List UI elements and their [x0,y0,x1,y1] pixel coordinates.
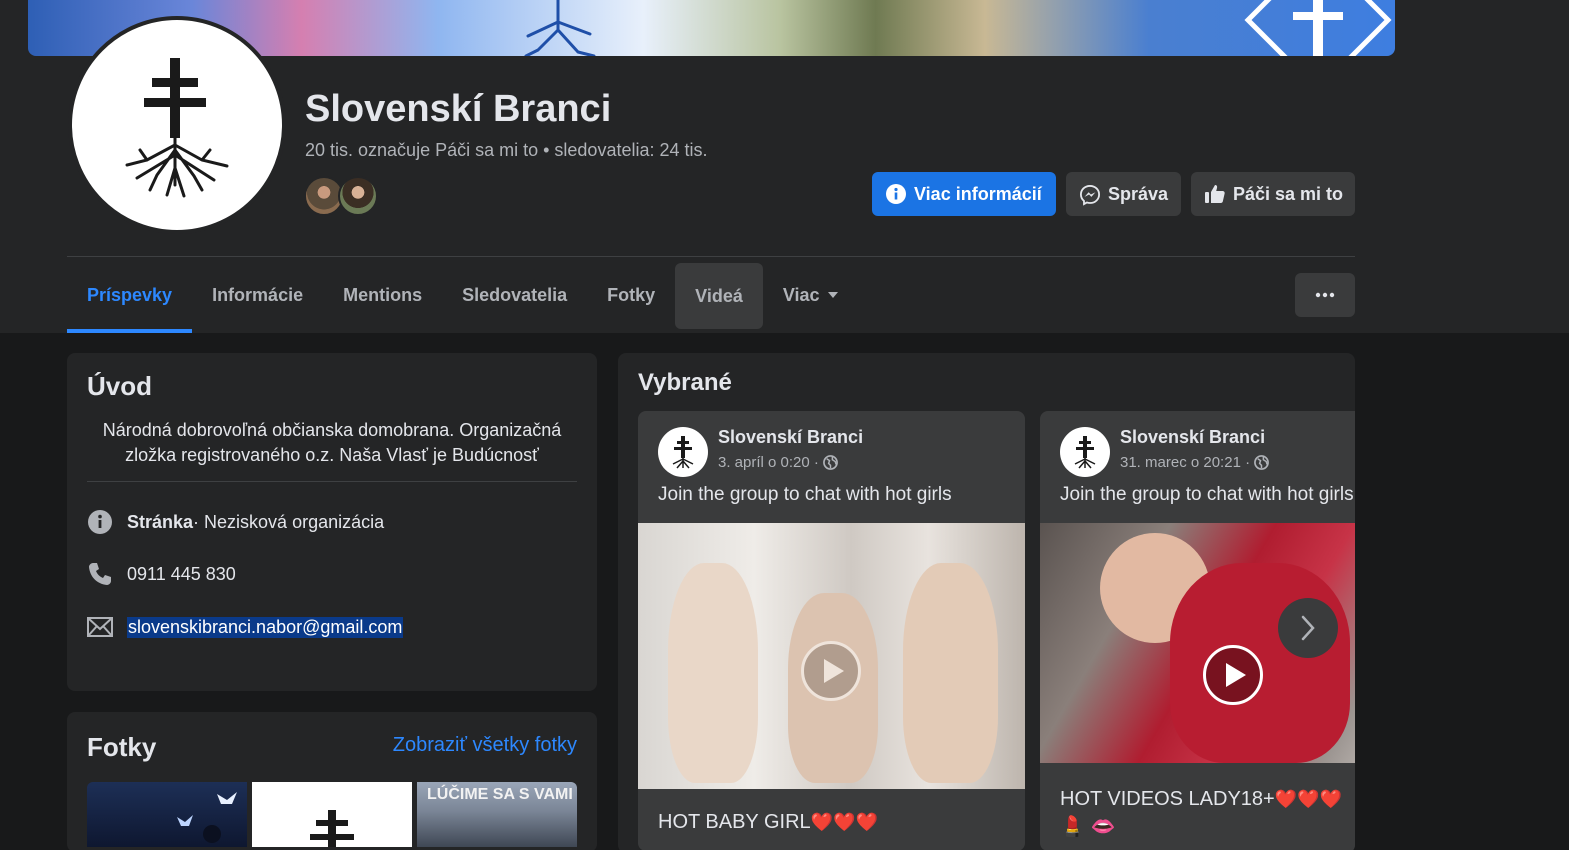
post-time-text: 3. apríl o 0:20 · [718,454,819,471]
more-options-button[interactable] [1295,273,1355,317]
more-info-button[interactable]: Viac informácií [872,172,1056,216]
intro-title: Úvod [87,371,152,401]
post-timestamp[interactable]: 3. apríl o 0:20 · [718,454,838,471]
lipstick-lips-emoji: 💄 👄 [1060,816,1116,838]
page-type-strong: Stránka [127,511,194,532]
post-caption: HOT VIDEOS LADY18+❤️❤️❤️ 💄 👄 [1060,785,1342,841]
email-row: slovenskibranci.nabor@gmail.com [87,614,404,640]
phone-number[interactable]: 0911 445 830 [127,564,236,585]
message-button[interactable]: Správa [1066,172,1181,216]
featured-card: Vybrané Slovenskí Branci 3. apríl o 0:20… [618,353,1355,850]
double-cross-roots-icon [1074,436,1096,469]
photos-title: Fotky [87,732,157,762]
like-button[interactable]: Páči sa mi to [1191,172,1355,216]
post-text: Join the group to chat with hot girls [1060,484,1354,505]
photo-thumbnail[interactable]: LÚČIME SA S VAMI [417,782,577,847]
header-divider [67,256,1355,257]
page-title: Slovenskí Branci [305,88,612,130]
tab-label: Príspevky [87,284,173,305]
intro-divider [87,481,577,482]
globe-icon [1254,455,1269,470]
post-caption-text: HOT BABY GIRL [658,811,811,833]
like-label: Páči sa mi to [1233,183,1344,204]
tab-mentions[interactable]: Mentions [323,262,442,328]
post-text: Join the group to chat with hot girls [658,484,952,505]
intro-card: Úvod Národná dobrovoľná občianska domobr… [67,353,597,691]
cover-cross-graphic [1244,0,1392,56]
page-stats[interactable]: 20 tis. označuje Páči sa mi to • sledova… [305,140,708,161]
featured-post[interactable]: Slovenskí Branci 3. apríl o 0:20 · Join … [638,411,1025,850]
messenger-icon [1080,184,1100,206]
video-figure [668,563,758,783]
profile-picture[interactable] [68,16,286,234]
message-label: Správa [1108,183,1169,204]
page-type-row: Stránka · Nezisková organizácia [87,509,384,535]
hearts-emoji: ❤️❤️❤️ [810,812,878,832]
info-icon [87,509,113,535]
photo-thumbnail[interactable] [252,782,412,847]
post-author-avatar[interactable] [658,427,708,477]
friend-avatar[interactable] [338,176,378,216]
double-cross-roots-icon [672,436,694,469]
post-caption-text: HOT VIDEOS LADY18+ [1060,788,1275,810]
envelope-icon [87,614,113,640]
chevron-right-icon [1301,615,1315,641]
page-type-category: · Nezisková organizácia [193,511,385,532]
post-video-thumbnail[interactable] [638,523,1025,789]
photo-caption: LÚČIME SA S VAMI [427,786,573,803]
post-timestamp[interactable]: 31. marec o 20:21 · [1120,454,1269,471]
phone-icon [87,561,113,587]
post-author-avatar[interactable] [1060,427,1110,477]
tab-label: Sledovatelia [462,284,568,305]
post-caption: HOT BABY GIRL❤️❤️❤️ [658,811,878,834]
featured-title: Vybrané [638,369,732,396]
post-author-name[interactable]: Slovenskí Branci [1120,427,1265,448]
tab-photos[interactable]: Fotky [587,262,675,328]
tab-label: Fotky [607,284,656,305]
hearts-emoji: ❤️❤️❤️ [1274,789,1342,809]
thumbs-up-icon [1205,184,1225,204]
carousel-next-button[interactable] [1278,598,1338,658]
tab-label: Viac [782,284,820,305]
tab-more[interactable]: Viac [763,262,858,328]
email-link[interactable]: slovenskibranci.nabor@gmail.com [127,616,404,638]
info-icon [886,184,906,204]
photo-thumbnail[interactable] [87,782,247,847]
post-time-text: 31. marec o 20:21 · [1120,454,1251,471]
friends-avatars[interactable] [304,176,378,216]
cover-roots-graphic [524,0,596,56]
play-button[interactable] [801,641,861,701]
see-all-photos-link[interactable]: Zobraziť všetky fotky [393,734,577,757]
tab-about[interactable]: Informácie [192,262,323,328]
page-tabs: Príspevky Informácie Mentions Sledovatel… [67,262,858,333]
intro-description: Národná dobrovoľná občianska domobrana. … [102,420,562,465]
post-author-name[interactable]: Slovenskí Branci [718,427,863,448]
double-cross-icon [310,810,354,847]
caret-down-icon [827,292,838,298]
play-button[interactable] [1203,645,1263,705]
photos-card: Fotky Zobraziť všetky fotky LÚČIME SA S … [67,712,597,850]
tab-posts[interactable]: Príspevky [67,262,193,333]
dove-icon [177,792,237,843]
tab-label: Informácie [212,284,304,305]
phone-row: 0911 445 830 [87,561,236,587]
tab-followers[interactable]: Sledovatelia [442,262,587,328]
ellipsis-icon [1315,292,1335,298]
double-cross-roots-icon [125,58,229,198]
more-info-label: Viac informácií [914,183,1042,204]
video-figure [903,563,998,783]
tab-label: Mentions [343,284,423,305]
globe-icon [823,455,838,470]
tab-label: Videá [695,285,743,306]
tab-videos[interactable]: Videá [675,263,763,329]
